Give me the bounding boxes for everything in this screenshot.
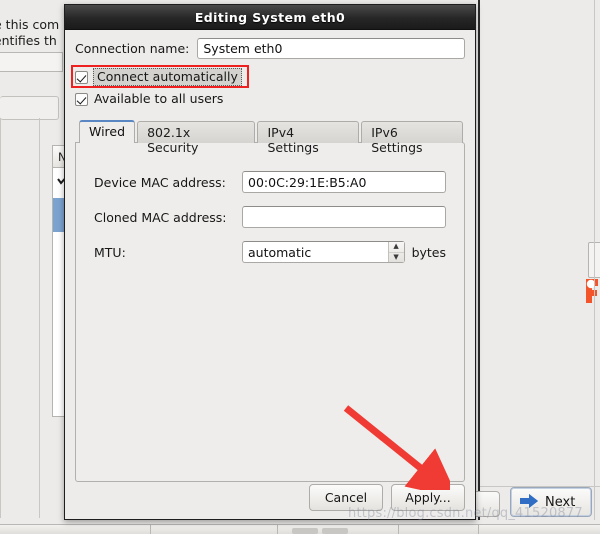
mtu-units-label: bytes xyxy=(411,244,446,260)
mtu-label: MTU: xyxy=(94,244,126,260)
settings-notebook: Wired 802.1x Security IPv4 Settings IPv6… xyxy=(75,120,465,482)
dialog-title: Editing System eth0 xyxy=(194,9,346,25)
tab-ipv4-settings[interactable]: IPv4 Settings xyxy=(257,121,360,155)
background-divider-a xyxy=(39,118,40,518)
mtu-row: MTU: automatic ▲ ▼ bytes xyxy=(94,241,446,263)
connect-automatically-label: Connect automatically xyxy=(93,68,242,86)
screen-root: e this com dentifies th N k xyxy=(0,0,600,534)
watermark-text: https://blog.csdn.net/qq_41520877 xyxy=(348,506,583,521)
tab-ipv6-settings[interactable]: IPv6 Settings xyxy=(361,121,464,155)
background-divider-b xyxy=(0,118,1,518)
background-text-line-2: dentifies th xyxy=(0,33,57,48)
cloned-mac-input[interactable] xyxy=(242,206,446,228)
dialog-body: Connection name: Connect automatically A… xyxy=(65,30,475,482)
device-mac-row: Device MAC address: xyxy=(94,171,446,193)
mtu-spinner-buttons[interactable]: ▲ ▼ xyxy=(387,242,404,263)
dialog-titlebar[interactable]: Editing System eth0 xyxy=(65,5,475,30)
connect-automatically-checkbox-row[interactable]: Connect automatically xyxy=(75,68,465,86)
taskbar-separator-4 xyxy=(478,525,479,534)
connect-automatically-checkbox[interactable] xyxy=(75,70,88,84)
chevron-down-icon[interactable]: ▼ xyxy=(389,253,404,263)
device-mac-label: Device MAC address: xyxy=(94,174,226,190)
connection-name-label: Connection name: xyxy=(75,41,190,56)
mtu-control: automatic ▲ ▼ bytes xyxy=(242,241,446,263)
background-window-edge xyxy=(478,0,480,520)
taskbar-item-2[interactable] xyxy=(322,528,348,534)
editing-connection-dialog: Editing System eth0 Connection name: Con… xyxy=(64,4,476,520)
mtu-value[interactable]: automatic xyxy=(243,242,388,262)
connection-name-row: Connection name: xyxy=(75,38,465,59)
available-to-all-users-checkbox[interactable] xyxy=(75,92,88,106)
background-right-edge xyxy=(594,0,595,520)
mtu-spinner[interactable]: automatic ▲ ▼ xyxy=(242,241,405,263)
tab-802-1x-security[interactable]: 802.1x Security xyxy=(137,121,256,155)
wired-tab-pane: Device MAC address: Cloned MAC address: … xyxy=(75,142,465,482)
device-mac-control xyxy=(242,171,446,193)
tab-strip: Wired 802.1x Security IPv4 Settings IPv6… xyxy=(75,120,465,155)
available-to-all-users-label: Available to all users xyxy=(94,91,224,106)
cloned-mac-control xyxy=(242,206,446,228)
background-panel-upper xyxy=(0,52,63,72)
cloned-mac-row: Cloned MAC address: xyxy=(94,206,446,228)
tab-wired[interactable]: Wired xyxy=(79,120,136,143)
taskbar-separator-3 xyxy=(398,525,399,534)
available-to-all-users-checkbox-row[interactable]: Available to all users xyxy=(75,90,465,108)
cloned-mac-label: Cloned MAC address: xyxy=(94,209,227,225)
chevron-up-icon[interactable]: ▲ xyxy=(388,242,404,253)
taskbar-item-1[interactable] xyxy=(292,528,318,534)
connection-name-input[interactable] xyxy=(197,38,465,59)
fedora-logo-icon xyxy=(582,277,600,303)
taskbar-separator-2 xyxy=(277,525,278,534)
background-input-field[interactable] xyxy=(0,96,59,120)
device-mac-input[interactable] xyxy=(242,171,446,193)
background-text-line-1: e this com xyxy=(0,17,60,32)
taskbar-separator-1 xyxy=(150,525,151,534)
